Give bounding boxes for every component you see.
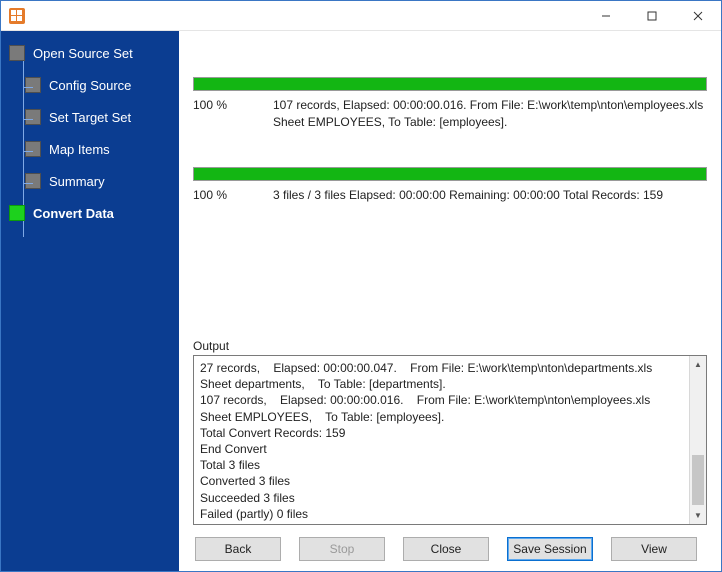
scroll-track[interactable] — [690, 373, 706, 507]
step-label: Open Source Set — [33, 46, 133, 61]
step-summary[interactable]: Summary — [25, 173, 169, 189]
step-convert-data[interactable]: Convert Data — [9, 205, 169, 221]
overall-progress-bar — [193, 167, 707, 181]
app-icon — [9, 8, 25, 24]
overall-progress-percent: 100 % — [193, 187, 273, 204]
maximize-button[interactable] — [629, 1, 675, 31]
main-panel: 100 % 107 records, Elapsed: 00:00:00.016… — [179, 31, 721, 571]
close-window-button[interactable] — [675, 1, 721, 31]
file-progress-bar — [193, 77, 707, 91]
stop-button[interactable]: Stop — [299, 537, 385, 561]
file-progress-block: 100 % 107 records, Elapsed: 00:00:00.016… — [193, 77, 707, 131]
scroll-down-icon[interactable]: ▼ — [690, 507, 706, 524]
step-set-target-set[interactable]: Set Target Set — [25, 109, 169, 125]
step-label: Set Target Set — [49, 110, 131, 125]
file-progress-text: 107 records, Elapsed: 00:00:00.016. From… — [273, 97, 707, 131]
overall-progress-block: 100 % 3 files / 3 files Elapsed: 00:00:0… — [193, 167, 707, 204]
step-map-items[interactable]: Map Items — [25, 141, 169, 157]
step-label: Convert Data — [33, 206, 114, 221]
minimize-button[interactable] — [583, 1, 629, 31]
step-marker — [25, 141, 41, 157]
output-label: Output — [193, 339, 707, 353]
file-progress-percent: 100 % — [193, 97, 273, 114]
view-button[interactable]: View — [611, 537, 697, 561]
wizard-sidebar: Open Source Set Config Source Set Target… — [1, 31, 179, 571]
step-marker — [25, 109, 41, 125]
step-label: Map Items — [49, 142, 110, 157]
back-button[interactable]: Back — [195, 537, 281, 561]
scroll-thumb[interactable] — [692, 455, 704, 505]
button-row: Back Stop Close Save Session View — [193, 525, 707, 561]
output-scrollbar[interactable]: ▲ ▼ — [689, 356, 706, 524]
step-config-source[interactable]: Config Source — [25, 77, 169, 93]
close-button[interactable]: Close — [403, 537, 489, 561]
step-marker — [25, 173, 41, 189]
output-text[interactable]: 27 records, Elapsed: 00:00:00.047. From … — [194, 356, 689, 524]
step-label: Config Source — [49, 78, 131, 93]
step-marker — [25, 77, 41, 93]
step-marker — [9, 45, 25, 61]
step-open-source-set[interactable]: Open Source Set — [9, 45, 169, 61]
titlebar — [1, 1, 721, 31]
scroll-up-icon[interactable]: ▲ — [690, 356, 706, 373]
step-marker-active — [9, 205, 25, 221]
save-session-button[interactable]: Save Session — [507, 537, 593, 561]
overall-progress-text: 3 files / 3 files Elapsed: 00:00:00 Rema… — [273, 187, 707, 204]
step-label: Summary — [49, 174, 105, 189]
output-box: 27 records, Elapsed: 00:00:00.047. From … — [193, 355, 707, 525]
